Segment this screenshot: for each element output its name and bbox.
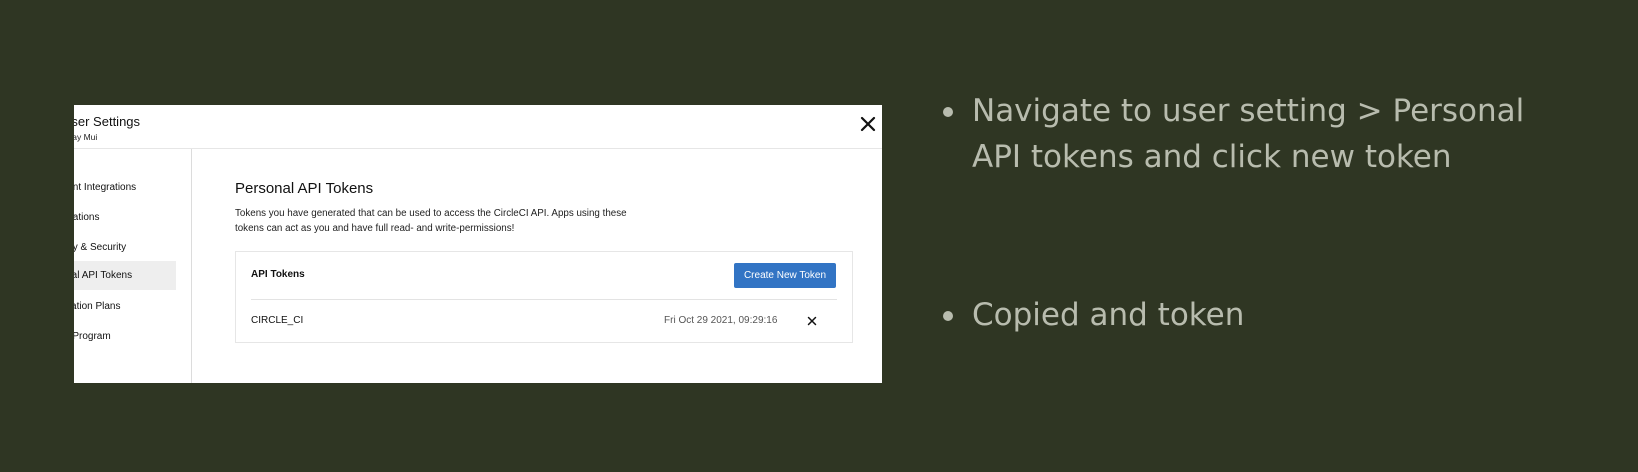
close-icon[interactable] bbox=[859, 115, 877, 133]
page-description: Tokens you have generated that can be us… bbox=[235, 208, 627, 234]
settings-header: User Settings Jay Mui bbox=[74, 105, 882, 149]
settings-sidebar: Account Integrations Notifications Priva… bbox=[74, 149, 192, 383]
sidebar-item-notifications[interactable]: Notifications bbox=[74, 203, 176, 232]
sidebar-item-label: Personal API Tokens bbox=[74, 270, 133, 281]
divider bbox=[251, 299, 837, 300]
sidebar-item-label: Beta Program bbox=[74, 331, 111, 342]
bullet-text: Navigate to user setting > Personal API … bbox=[972, 93, 1525, 175]
token-created-date: Fri Oct 29 2021, 09:29:16 bbox=[664, 315, 778, 326]
token-name: CIRCLE_CI bbox=[251, 315, 304, 326]
sidebar-item-label: Notifications bbox=[74, 212, 100, 223]
sidebar-item-beta-program[interactable]: Beta Program bbox=[74, 322, 176, 351]
page-title: Personal API Tokens bbox=[235, 180, 374, 197]
sidebar-item-organization-plans[interactable]: Organization Plans bbox=[74, 292, 176, 321]
user-name: Jay Mui bbox=[74, 132, 98, 142]
create-new-token-button[interactable]: Create New Token bbox=[734, 263, 836, 288]
bullet-dot-icon bbox=[943, 311, 953, 321]
sidebar-item-label: Organization Plans bbox=[74, 301, 121, 312]
bullet-dot-icon bbox=[943, 107, 953, 117]
settings-title: User Settings bbox=[74, 114, 141, 129]
sidebar-item-account-integrations[interactable]: Account Integrations bbox=[74, 173, 176, 202]
api-tokens-heading: API Tokens bbox=[251, 269, 305, 280]
sidebar-item-privacy-security[interactable]: Privacy & Security bbox=[74, 233, 176, 262]
sidebar-item-label: Account Integrations bbox=[74, 182, 137, 193]
bullet-text: Copied and token bbox=[972, 297, 1245, 333]
api-tokens-panel: API Tokens Create New Token CIRCLE_CI Fr… bbox=[235, 251, 853, 343]
sidebar-item-personal-api-tokens[interactable]: Personal API Tokens bbox=[74, 261, 176, 290]
delete-token-icon[interactable] bbox=[807, 316, 817, 326]
sidebar-item-label: Privacy & Security bbox=[74, 242, 127, 253]
bullet-item: Navigate to user setting > Personal API … bbox=[936, 88, 1576, 180]
bullet-item: Copied and token bbox=[936, 292, 1576, 338]
settings-screenshot: User Settings Jay Mui Account Integratio… bbox=[74, 105, 882, 383]
